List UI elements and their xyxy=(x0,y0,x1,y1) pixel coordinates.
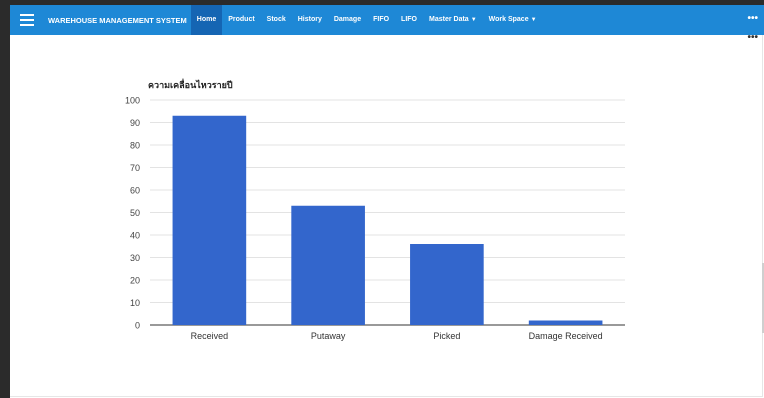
y-tick-label: 40 xyxy=(130,231,140,241)
y-tick-label: 80 xyxy=(130,141,140,151)
bar-chart: ความเคลื่อนไหวรายปี 0 10 20 30 40 50 60 70 80 90 1… xyxy=(125,78,625,341)
brand-title[interactable]: WAREHOUSE MANAGEMENT SYSTEM xyxy=(48,16,187,25)
bar-received xyxy=(172,115,247,325)
y-tick-label: 70 xyxy=(130,163,140,173)
x-tick-label: Damage Received xyxy=(529,331,603,341)
chart-title: ความเคลื่อนไหวรายปี xyxy=(148,78,233,90)
y-tick-label: 90 xyxy=(130,118,140,128)
nav-lifo[interactable]: LIFO xyxy=(395,5,423,35)
x-tick-label: Putaway xyxy=(311,331,346,341)
hamburger-menu-icon[interactable] xyxy=(20,14,34,26)
bar-picked xyxy=(410,244,484,325)
nav-more-icon[interactable]: ••• xyxy=(747,5,758,35)
nav-product[interactable]: Product xyxy=(222,5,260,35)
y-tick-label: 20 xyxy=(130,276,140,286)
nav-work-space[interactable]: Work Space ▼ xyxy=(483,5,543,35)
y-tick-label: 30 xyxy=(130,253,140,263)
y-tick-label: 60 xyxy=(130,186,140,196)
nav-master-data[interactable]: Master Data ▼ xyxy=(423,5,483,35)
nav-history[interactable]: History xyxy=(292,5,328,35)
nav-fifo[interactable]: FIFO xyxy=(367,5,395,35)
y-tick-label: 10 xyxy=(130,298,140,308)
app-window: WAREHOUSE MANAGEMENT SYSTEM Home Product… xyxy=(10,5,764,398)
nav-home[interactable]: Home xyxy=(190,5,223,35)
top-navbar: WAREHOUSE MANAGEMENT SYSTEM Home Product… xyxy=(10,5,764,35)
caret-down-icon: ▼ xyxy=(530,17,537,23)
nav-stock[interactable]: Stock xyxy=(261,5,292,35)
nav-damage[interactable]: Damage xyxy=(328,5,367,35)
y-tick-label: 0 xyxy=(135,321,140,331)
bar-putaway xyxy=(291,205,365,325)
caret-down-icon: ▼ xyxy=(470,17,477,23)
y-tick-label: 100 xyxy=(125,96,140,106)
bar-damage-received xyxy=(528,320,603,325)
x-tick-label: Picked xyxy=(433,331,460,341)
y-tick-label: 50 xyxy=(130,208,140,218)
x-tick-label: Received xyxy=(191,331,229,341)
